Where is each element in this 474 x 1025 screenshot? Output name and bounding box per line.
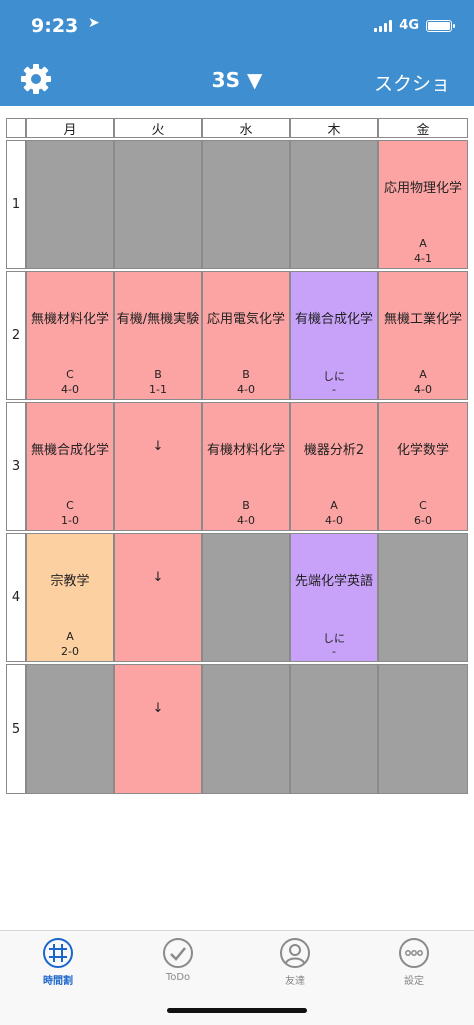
friends-icon — [280, 938, 310, 968]
course-attendance: 4-0 — [237, 514, 255, 527]
class-slot[interactable]: 有機材料化学 B 4-0 — [202, 402, 290, 531]
class-slot[interactable]: ↓ — [114, 402, 202, 531]
day-header: 木 — [290, 118, 378, 138]
class-slot[interactable]: 先端化学英語 しに - — [290, 533, 378, 662]
tab-label: 時間割 — [43, 976, 73, 987]
course-name: 化学数学 — [396, 443, 449, 458]
course-name: 有機合成化学 — [294, 312, 373, 327]
cell-signal-icon — [374, 19, 393, 32]
course-room: B — [154, 368, 162, 381]
class-slot[interactable]: ↓ — [114, 664, 202, 794]
course-name: 宗教学 — [50, 574, 90, 589]
location-arrow-icon: ➤ — [88, 15, 100, 31]
class-slot[interactable] — [26, 664, 114, 794]
class-slot[interactable]: 有機合成化学 しに - — [290, 271, 378, 400]
course-room: C — [66, 499, 74, 512]
course-name: 有機材料化学 — [206, 443, 285, 458]
battery-icon — [426, 19, 455, 32]
period-header: 1 — [6, 140, 26, 269]
course-name: 機器分析2 — [303, 443, 365, 458]
day-header: 金 — [378, 118, 468, 138]
course-room: A — [66, 630, 74, 643]
grid-corner — [6, 118, 26, 138]
tab-label: ToDo — [165, 972, 191, 983]
network-type: 4G — [399, 18, 419, 33]
todo-check-icon — [163, 938, 193, 968]
course-room: しに — [323, 370, 345, 383]
tab-label: 友達 — [285, 976, 305, 987]
class-slot[interactable] — [26, 140, 114, 269]
course-attendance: 1-0 — [61, 514, 79, 527]
course-room: B — [242, 368, 250, 381]
class-slot[interactable]: 宗教学 A 2-0 — [26, 533, 114, 662]
course-name: 応用電気化学 — [206, 312, 285, 327]
course-room: しに — [323, 632, 345, 645]
class-slot[interactable]: 機器分析2 A 4-0 — [290, 402, 378, 531]
tab-todo[interactable]: ToDo — [133, 937, 223, 983]
course-room: C — [419, 499, 427, 512]
day-header: 月 — [26, 118, 114, 138]
course-name: 無機材料化学 — [30, 312, 109, 327]
course-attendance: 4-1 — [414, 252, 432, 265]
class-slot[interactable]: 無機工業化学 A 4-0 — [378, 271, 468, 400]
course-name: 有機/無機実験 — [116, 312, 200, 327]
status-time: 9:23 — [31, 15, 79, 37]
timetable-icon — [43, 938, 73, 968]
class-slot[interactable] — [114, 140, 202, 269]
screenshot-button[interactable]: スクショ — [374, 69, 450, 96]
course-room: A — [419, 368, 427, 381]
course-name: 先端化学英語 — [294, 574, 373, 589]
tab-label: 設定 — [404, 976, 424, 987]
period-header: 4 — [6, 533, 26, 662]
course-attendance: 4-0 — [325, 514, 343, 527]
course-attendance: 2-0 — [61, 645, 79, 658]
course-name: ↓ — [152, 701, 164, 716]
course-attendance: 1-1 — [149, 383, 167, 396]
tab-timetable[interactable]: 時間割 — [13, 937, 103, 987]
tab-friends[interactable]: 友達 — [250, 937, 340, 987]
course-room: A — [330, 499, 338, 512]
class-slot[interactable]: 無機合成化学 C 1-0 — [26, 402, 114, 531]
status-indicators: 4G — [374, 18, 455, 33]
course-attendance: 4-0 — [237, 383, 255, 396]
day-header: 火 — [114, 118, 202, 138]
course-attendance: 4-0 — [414, 383, 432, 396]
tab-settings[interactable]: 設定 — [369, 937, 459, 987]
period-header: 3 — [6, 402, 26, 531]
course-name: 無機合成化学 — [30, 443, 109, 458]
app-header: 9:23 ➤ 4G 3S ▼ スクショ — [0, 0, 474, 106]
class-slot[interactable]: 応用物理化学 A 4-1 — [378, 140, 468, 269]
period-header: 5 — [6, 664, 26, 794]
class-slot[interactable]: ↓ — [114, 533, 202, 662]
course-room: A — [419, 237, 427, 250]
class-slot[interactable] — [202, 533, 290, 662]
class-slot[interactable]: 無機材料化学 C 4-0 — [26, 271, 114, 400]
course-attendance: 6-0 — [414, 514, 432, 527]
timetable-grid: 月火水木金 1 応用物理化学 A 4-1 2 無機材料化学 C 4-0 有機/無機実験 B 1-1 応用… — [6, 118, 468, 794]
course-attendance: - — [332, 645, 336, 658]
class-slot[interactable]: 化学数学 C 6-0 — [378, 402, 468, 531]
course-room: B — [242, 499, 250, 512]
class-slot[interactable] — [202, 664, 290, 794]
period-header: 2 — [6, 271, 26, 400]
course-room: C — [66, 368, 74, 381]
course-attendance: 4-0 — [61, 383, 79, 396]
class-slot[interactable]: 応用電気化学 B 4-0 — [202, 271, 290, 400]
class-slot[interactable] — [290, 664, 378, 794]
course-name: ↓ — [152, 439, 164, 454]
class-slot[interactable] — [202, 140, 290, 269]
course-name: 無機工業化学 — [383, 312, 462, 327]
class-slot[interactable]: 有機/無機実験 B 1-1 — [114, 271, 202, 400]
course-attendance: - — [332, 383, 336, 396]
course-name: 応用物理化学 — [383, 181, 462, 196]
class-slot[interactable] — [378, 664, 468, 794]
class-slot[interactable] — [290, 140, 378, 269]
day-header: 水 — [202, 118, 290, 138]
home-indicator — [167, 1008, 307, 1013]
class-slot[interactable] — [378, 533, 468, 662]
settings-dots-icon — [399, 938, 429, 968]
course-name: ↓ — [152, 570, 164, 585]
